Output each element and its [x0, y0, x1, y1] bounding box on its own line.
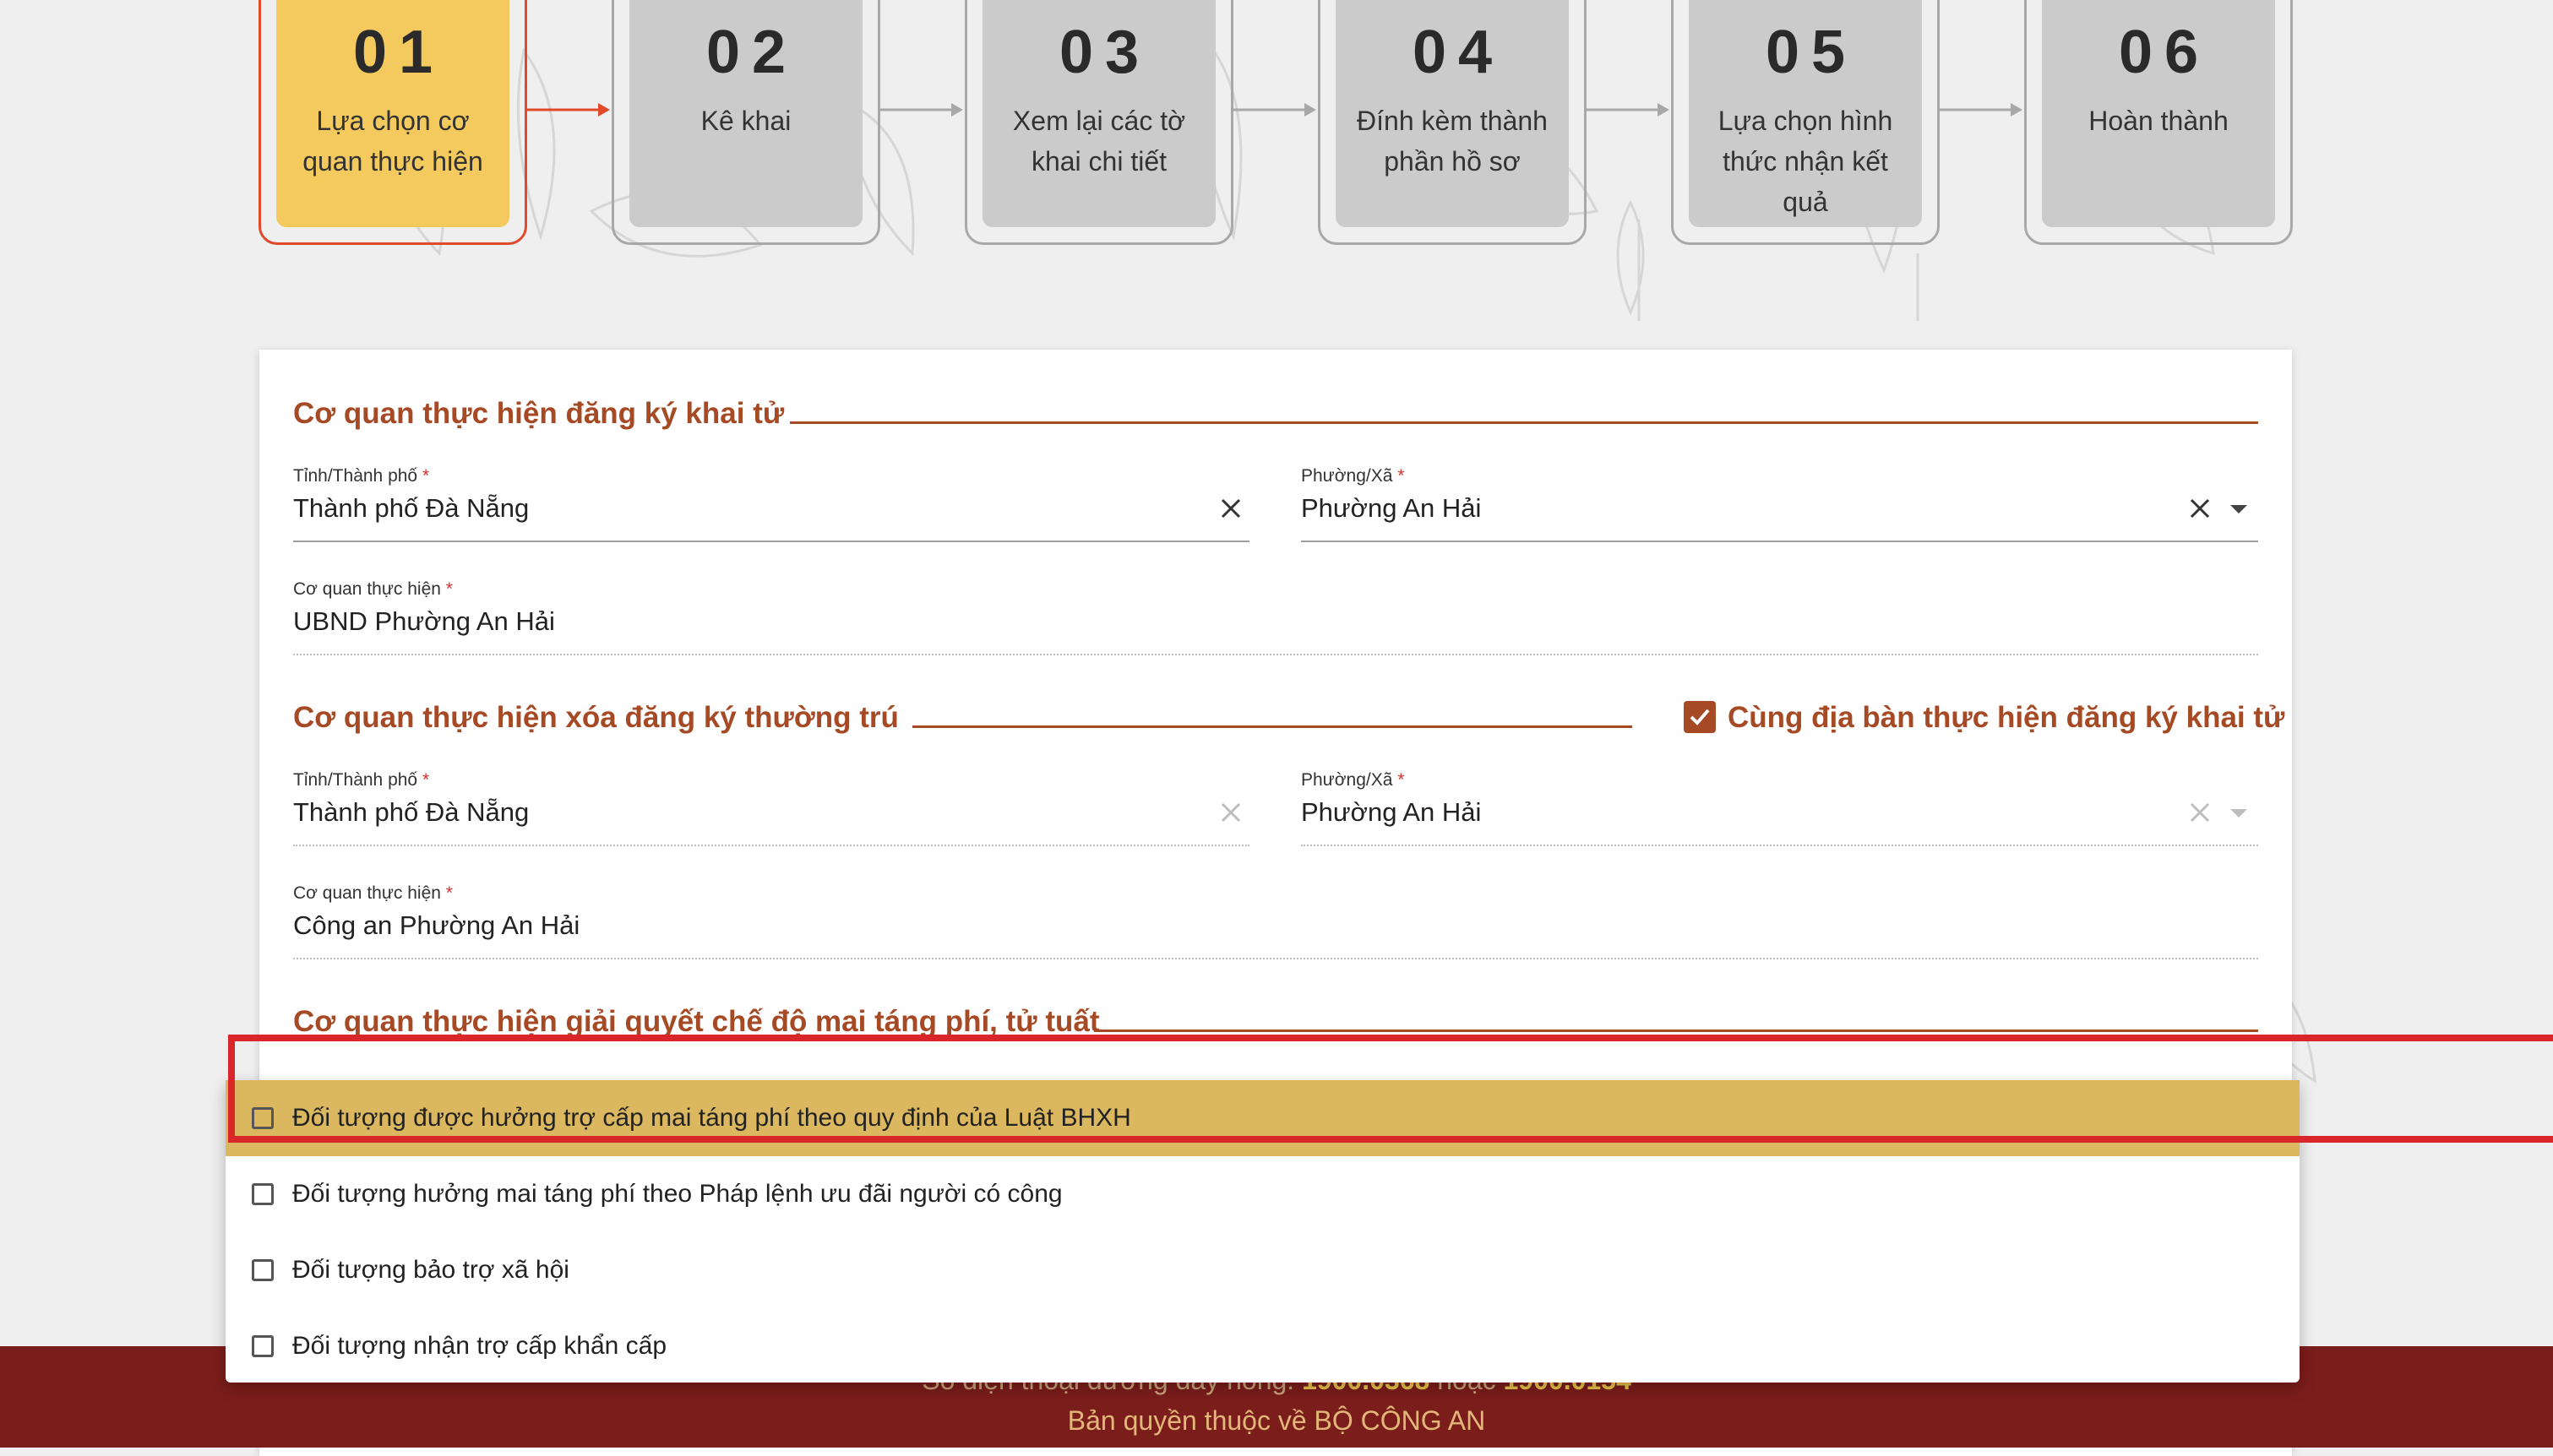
step-number: 03 [1059, 19, 1151, 86]
checkmark-icon [1690, 709, 1710, 725]
step-label: Lựa chọn hình thức nhận kết quả [1717, 106, 1893, 217]
clear-icon [2190, 802, 2210, 823]
step-label: Hoàn thành [2088, 106, 2229, 136]
step-arrow-icon [1233, 103, 1316, 117]
step-5[interactable]: 05 Lựa chọn hình thức nhận kết quả [1671, 0, 1940, 245]
section-title-residence-removal: Cơ quan thực hiện xóa đăng ký thường trú [293, 701, 899, 734]
same-area-checkbox[interactable] [1684, 701, 1716, 733]
field-underline [293, 654, 2258, 655]
focus-highlight-outline [228, 1035, 2553, 1143]
step-number: 04 [1412, 19, 1505, 86]
province-label: Tỉnh/Thành phố * [293, 466, 430, 486]
section-title-death-registration: Cơ quan thực hiện đăng ký khai tử [293, 397, 785, 430]
option-checkbox[interactable] [252, 1335, 274, 1357]
ward-select-disabled: Phường An Hải [1301, 797, 1482, 827]
dropdown-option[interactable]: Đối tượng hưởng mai táng phí theo Pháp l… [226, 1156, 2300, 1232]
province-label: Tỉnh/Thành phố * [293, 770, 430, 790]
step-4[interactable]: 04 Đính kèm thành phần hồ sơ [1318, 0, 1587, 245]
option-label: Đối tượng bảo trợ xã hội [292, 1256, 569, 1284]
agency-label: Cơ quan thực hiện * [293, 579, 453, 599]
step-6[interactable]: 06 Hoàn thành [2024, 0, 2293, 245]
ward-label: Phường/Xã * [1301, 770, 1405, 790]
step-arrow-icon [527, 103, 610, 117]
chevron-down-icon [2230, 809, 2247, 818]
section-divider [790, 421, 2258, 424]
clear-icon [1221, 802, 1241, 823]
step-1[interactable]: 01 Lựa chọn cơ quan thực hiện [259, 0, 527, 245]
option-label: Đối tượng nhận trợ cấp khẩn cấp [292, 1332, 667, 1360]
step-2[interactable]: 02 Kê khai [612, 0, 880, 245]
footer-copyright: Bản quyền thuộc về BỘ CÔNG AN [1067, 1405, 1486, 1436]
step-label: Kê khai [700, 106, 792, 136]
step-arrow-icon [880, 103, 963, 117]
dropdown-option[interactable]: Đối tượng bảo trợ xã hội [226, 1232, 2300, 1308]
ward-label: Phường/Xã * [1301, 466, 1405, 486]
agency-field: UBND Phường An Hải [293, 606, 555, 636]
step-number: 06 [2118, 19, 2211, 86]
ward-select[interactable]: Phường An Hải [1301, 493, 1481, 524]
field-underline [293, 958, 2258, 959]
same-area-label[interactable]: Cùng địa bàn thực hiện đăng ký khai tử [1728, 701, 2284, 735]
agency-field: Công an Phường An Hải [293, 910, 580, 940]
field-underline [1301, 541, 2258, 542]
agency-label: Cơ quan thực hiện * [293, 883, 453, 903]
clear-icon[interactable] [1219, 497, 1243, 520]
step-label: Đính kèm thành phần hồ sơ [1357, 106, 1548, 177]
step-number: 05 [1765, 19, 1858, 86]
province-select[interactable]: Thành phố Đà Nẵng [293, 493, 529, 524]
step-label: Lựa chọn cơ quan thực hiện [302, 106, 483, 177]
section-title-funeral-allowance: Cơ quan thực hiện giải quyết chế độ mai … [293, 1005, 1100, 1038]
field-underline [1301, 845, 2258, 846]
step-number: 01 [352, 19, 445, 86]
section-divider [1094, 1030, 2258, 1032]
field-underline [293, 541, 1249, 542]
step-number: 02 [705, 19, 798, 86]
step-label: Xem lại các tờ khai chi tiết [1012, 106, 1186, 177]
province-select-disabled: Thành phố Đà Nẵng [293, 797, 530, 827]
step-arrow-icon [1587, 103, 1669, 117]
option-checkbox[interactable] [252, 1183, 274, 1205]
dropdown-option[interactable]: Đối tượng nhận trợ cấp khẩn cấp [226, 1308, 2300, 1384]
step-3[interactable]: 03 Xem lại các tờ khai chi tiết [965, 0, 1233, 245]
field-underline [293, 845, 1249, 846]
clear-icon[interactable] [2188, 497, 2212, 520]
option-label: Đối tượng hưởng mai táng phí theo Pháp l… [292, 1180, 1063, 1208]
section-divider [912, 725, 1632, 728]
option-checkbox[interactable] [252, 1259, 274, 1281]
step-arrow-icon [1940, 103, 2022, 117]
chevron-down-icon[interactable] [2230, 505, 2247, 513]
